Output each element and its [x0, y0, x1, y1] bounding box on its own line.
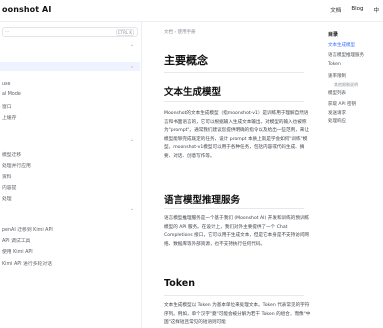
sidebar-item[interactable]: 上缓存	[2, 114, 16, 121]
sidebar-item[interactable]: 窗口	[2, 103, 12, 110]
nav-blog-link[interactable]: Blog	[351, 6, 363, 14]
section-body: 语言模型推理服务是一个基于我们 (Moonshot AI) 开发和训练的预训练模…	[164, 216, 310, 247]
sidebar-item[interactable]: 处理	[2, 195, 12, 202]
chevron-up-icon[interactable]: ⌃	[130, 66, 134, 72]
toc-link[interactable]: 其他限制说明	[334, 82, 358, 88]
page-title: 主要概念	[164, 54, 208, 67]
title-divider	[164, 72, 304, 73]
sidebar-active-highlight	[0, 62, 140, 71]
sidebar-item[interactable]: 使用 Kimi API	[2, 248, 33, 255]
section-divider	[164, 101, 304, 102]
toc-link[interactable]: 处理响应	[328, 118, 346, 124]
section-divider	[164, 295, 304, 296]
section-divider	[164, 208, 304, 209]
nav-docs-link[interactable]: 文档	[330, 6, 341, 14]
toc-link[interactable]: 文本生成模型	[328, 42, 355, 48]
sidebar-item[interactable]: 内容提	[2, 184, 16, 191]
sidebar-item[interactable]: al Mode	[2, 92, 21, 97]
toc-link[interactable]: Token	[328, 62, 341, 67]
search-input[interactable]: ... CTRL K	[2, 27, 138, 37]
chevron-down-icon[interactable]: ⌄	[130, 42, 134, 48]
section-body: 文本生成模型以 Token 为基本单位来处理文本。Token 代表常见的字符序列…	[164, 303, 311, 325]
top-nav: 文档 Blog 中	[330, 6, 379, 14]
breadcrumb[interactable]: 文档 › 使用手册	[164, 29, 196, 35]
toc-link[interactable]: 语言模型推理服务	[328, 52, 364, 58]
sidebar-item[interactable]: 资料	[2, 173, 12, 180]
sidebar-item[interactable]: penAI 迁移到 Kimi API	[2, 226, 53, 233]
toc-link[interactable]: 模型列表	[328, 90, 346, 96]
chevron-down-icon[interactable]: ⌄	[130, 137, 134, 143]
sidebar-item[interactable]: API 调试工具	[2, 237, 30, 244]
sidebar-item[interactable]: Kimi API 进行多轮对话	[2, 260, 52, 267]
sidebar-item[interactable]: 处理并行应用	[2, 162, 31, 169]
section-heading: 文本生成模型	[164, 87, 222, 98]
search-shortcut-badge: CTRL K	[115, 29, 134, 36]
chevron-down-icon[interactable]: ⌄	[130, 206, 134, 212]
section-body: Moonshot的文本生成模型（指moonshot-v1）是训练用于理解自然语言…	[164, 111, 309, 159]
search-placeholder: ...	[5, 29, 10, 34]
top-bar: oonshot AI 文档 Blog 中	[0, 0, 383, 22]
brand-logo[interactable]: oonshot AI	[2, 5, 51, 14]
section-heading: Token	[164, 278, 196, 289]
toc-link[interactable]: 获取 API 密钥	[328, 101, 356, 107]
sidebar-item[interactable]: 模型迁移	[2, 151, 21, 158]
nav-language-link[interactable]: 中	[373, 6, 379, 14]
toc-title: 目录	[328, 32, 339, 38]
table-of-contents: 目录 文本生成模型语言模型推理服务 Token 速率限制其他限制说明模型列表获取 A…	[322, 22, 383, 328]
main-content: 文档 › 使用手册 主要概念 文本生成模型 Moonshot的文本生成模型（指m…	[142, 22, 322, 328]
toc-link[interactable]: 速率限制	[328, 73, 346, 79]
toc-link[interactable]: 发送请求	[328, 110, 346, 116]
sidebar-item[interactable]: use	[2, 82, 11, 87]
section-heading: 语言模型推理服务	[164, 195, 241, 206]
